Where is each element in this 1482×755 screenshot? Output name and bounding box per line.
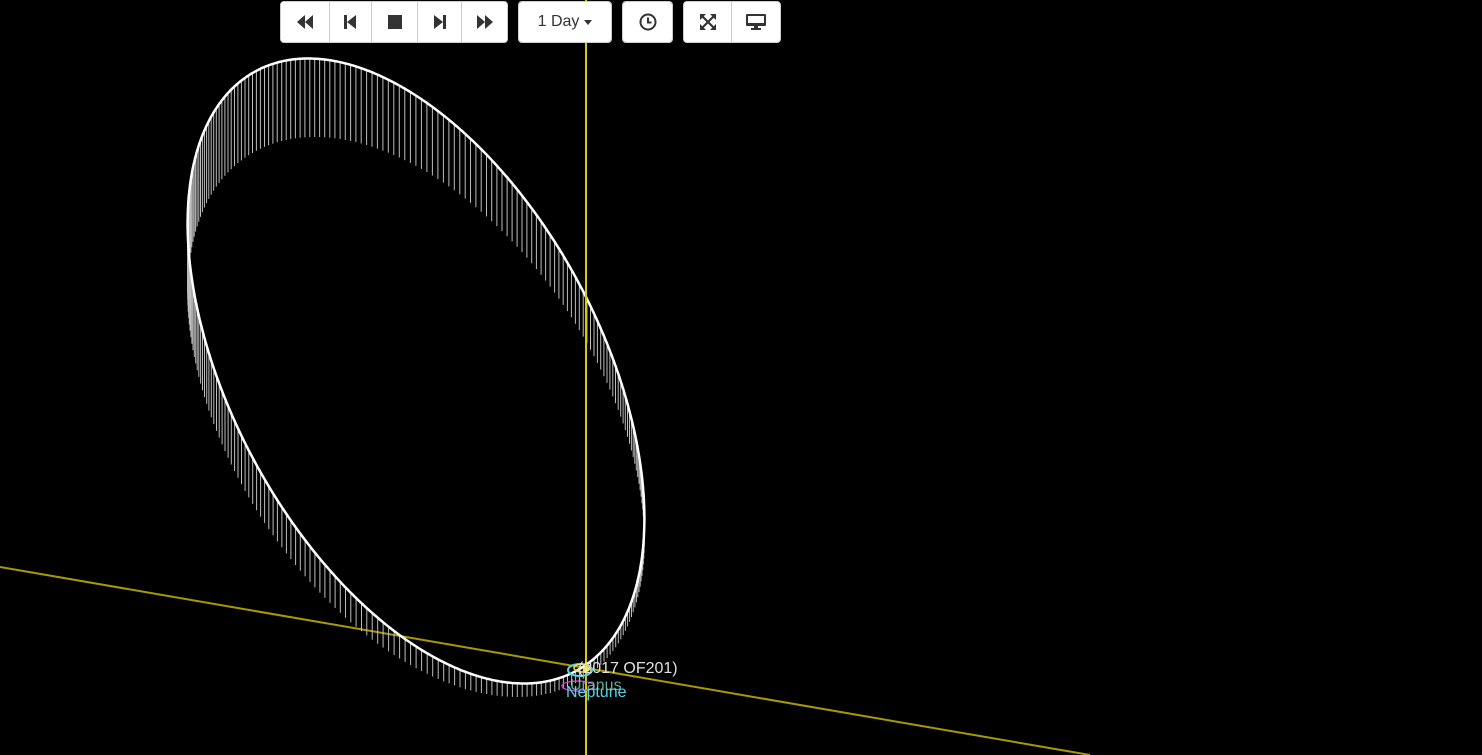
step-dropdown-button[interactable]: 1 Day	[519, 2, 611, 42]
view-controls	[683, 1, 781, 43]
fast-backward-icon	[297, 15, 313, 29]
orbit-view-canvas[interactable]: (2017 OF201) Neptune Uranus	[0, 0, 1482, 755]
display-button[interactable]	[731, 2, 779, 42]
clock-icon	[639, 13, 656, 31]
monitor-icon	[745, 14, 766, 30]
orbit-drop-lines	[187, 58, 645, 697]
caret-down-icon	[584, 19, 593, 25]
fullscreen-icon	[699, 14, 716, 30]
planet-label-uranus[interactable]: Uranus	[570, 677, 622, 694]
playback-controls	[280, 1, 508, 43]
step-forward-button[interactable]	[417, 2, 461, 42]
step-dropdown-label: 1 Day	[537, 13, 580, 30]
step-backward-button[interactable]	[329, 2, 371, 42]
stop-icon	[387, 15, 402, 29]
fast-forward-button[interactable]	[461, 2, 507, 42]
fast-backward-button[interactable]	[281, 2, 329, 42]
step-forward-icon	[434, 15, 446, 29]
clock-button[interactable]	[623, 2, 672, 42]
stop-button[interactable]	[371, 2, 417, 42]
ecliptic-axis-line	[0, 566, 1091, 755]
fullscreen-button[interactable]	[684, 2, 731, 42]
step-backward-icon	[344, 15, 356, 29]
object-label[interactable]: (2017 OF201)	[578, 660, 678, 677]
step-dropdown[interactable]: 1 Day	[518, 1, 612, 43]
fast-forward-icon	[476, 15, 493, 29]
clock-control	[622, 1, 673, 43]
